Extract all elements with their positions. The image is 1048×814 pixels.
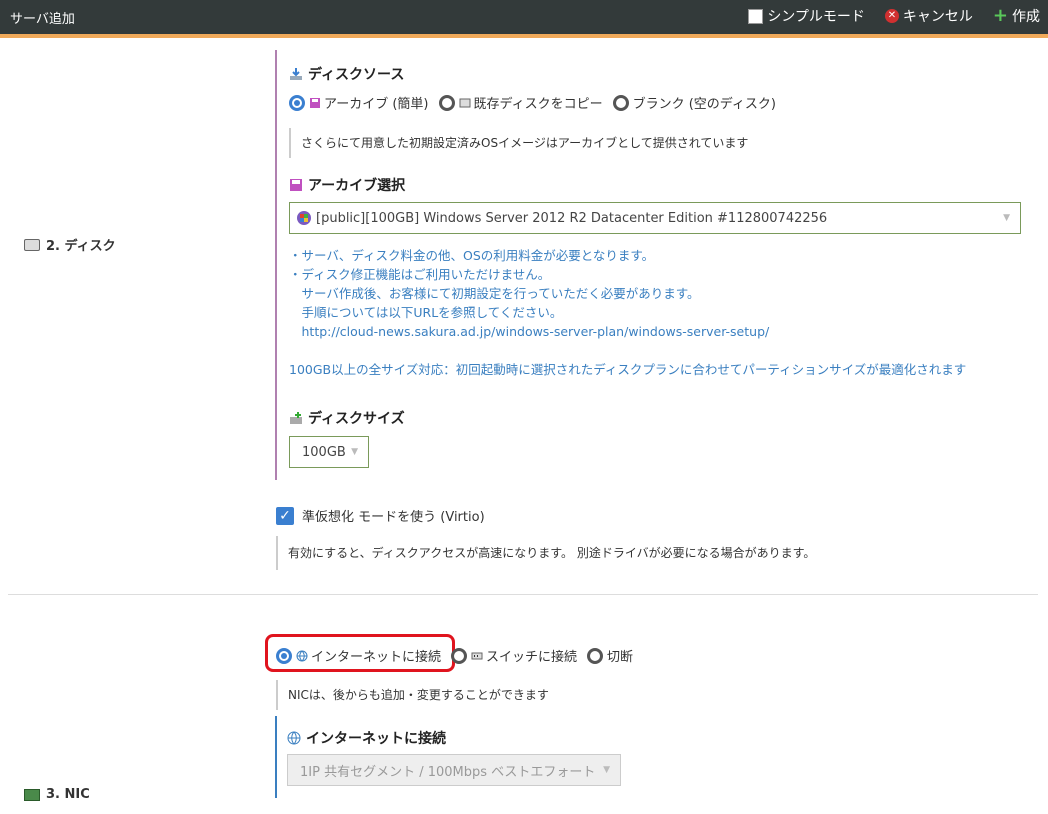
nic-card-icon	[24, 788, 40, 801]
archive-select[interactable]: [public][100GB] Windows Server 2012 R2 D…	[289, 202, 1021, 234]
cancel-icon: ✕	[884, 9, 899, 23]
globe-icon	[287, 731, 301, 745]
archive-info-text: ・サーバ、ディスク料金の他、OSの利用料金が必要となります。 ・ディスク修正機能…	[289, 248, 770, 339]
section-divider	[8, 594, 1038, 595]
nic-note: NICは、後からも追加・変更することができます	[276, 680, 549, 710]
download-disk-icon	[290, 68, 302, 80]
nic-section-label: 3. NIC	[24, 787, 90, 802]
disk-source-options: アーカイブ (簡単) 既存ディスクをコピー ブランク (空のディスク)	[289, 93, 786, 112]
radio-copy[interactable]	[438, 94, 455, 111]
archive-select-heading: アーカイブ選択	[289, 175, 405, 195]
chevron-down-icon: ▼	[603, 765, 610, 775]
chevron-down-icon: ▼	[1003, 213, 1010, 223]
segment-select[interactable]: 1IP 共有セグメント / 100Mbps ベストエフォート ▼	[287, 754, 621, 786]
simple-mode-toggle[interactable]: シンプルモード	[748, 6, 865, 26]
nic-disconnect-option[interactable]: 切断	[587, 646, 633, 665]
virtio-checkbox[interactable]: ✓	[276, 506, 294, 525]
cancel-button[interactable]: ✕ キャンセル	[884, 6, 973, 26]
source-note: さくらにて用意した初期設定済みOSイメージはアーカイブとして提供されています	[289, 128, 748, 158]
checkbox-icon[interactable]	[748, 8, 764, 24]
radio-disconnect[interactable]	[587, 647, 604, 664]
archive-icon	[290, 179, 302, 191]
disk-section-text: 2. ディスク	[46, 239, 116, 254]
virtio-label: 準仮想化 モードを使う (Virtio)	[302, 510, 485, 525]
nic-switch-option[interactable]: スイッチに接続	[451, 646, 577, 665]
disk-icon	[24, 238, 40, 251]
nic-options: インターネットに接続 スイッチに接続 切断	[276, 646, 643, 665]
radio-switch[interactable]	[451, 647, 468, 664]
disk-size-heading: ディスクサイズ	[289, 408, 405, 428]
radio-archive[interactable]	[289, 94, 305, 111]
disk-panel: ディスクソース アーカイブ (簡単) 既存ディスクをコピー ブランク (空のディ…	[275, 50, 1037, 480]
radio-internet[interactable]	[276, 647, 292, 664]
radio-blank[interactable]	[612, 94, 629, 111]
internet-panel: インターネットに接続 1IP 共有セグメント / 100Mbps ベストエフォー…	[275, 716, 621, 798]
switch-icon	[471, 652, 483, 659]
source-blank-option[interactable]: ブランク (空のディスク)	[612, 93, 776, 112]
source-archive-option[interactable]: アーカイブ (簡単)	[289, 93, 429, 112]
header-actions: シンプルモード ✕ キャンセル + 作成	[748, 6, 1040, 26]
virtio-note: 有効にすると、ディスクアクセスが高速になります。 別途ドライバが必要になる場合が…	[276, 536, 815, 570]
simple-mode-label: シンプルモード	[767, 9, 865, 25]
windows-logo-icon	[297, 211, 311, 225]
partition-note: 100GB以上の全サイズ対応：初回起動時に選択されたディスクプランに合わせてパー…	[289, 362, 967, 377]
disk-section-label: 2. ディスク	[24, 235, 116, 254]
disk-copy-icon	[459, 98, 470, 107]
cancel-label: キャンセル	[902, 9, 973, 25]
globe-icon	[296, 650, 308, 661]
disk-size-select[interactable]: 100GB ▼	[289, 436, 369, 468]
disk-source-heading: ディスクソース	[289, 64, 404, 84]
plus-icon: +	[992, 5, 1008, 26]
virtio-checkbox-row[interactable]: ✓ 準仮想化 モードを使う (Virtio)	[276, 506, 485, 525]
archive-icon	[310, 97, 320, 108]
disk-add-icon	[290, 412, 302, 424]
chevron-down-icon: ▼	[351, 447, 358, 457]
source-copy-option[interactable]: 既存ディスクをコピー	[438, 93, 603, 112]
create-button[interactable]: + 作成	[993, 6, 1040, 26]
nic-internet-option[interactable]: インターネットに接続	[276, 646, 441, 665]
page-title: サーバ追加	[10, 12, 75, 27]
create-label: 作成	[1012, 9, 1040, 25]
top-bar: サーバ追加 シンプルモード ✕ キャンセル + 作成	[0, 0, 1048, 38]
internet-heading: インターネットに接続	[287, 728, 446, 748]
